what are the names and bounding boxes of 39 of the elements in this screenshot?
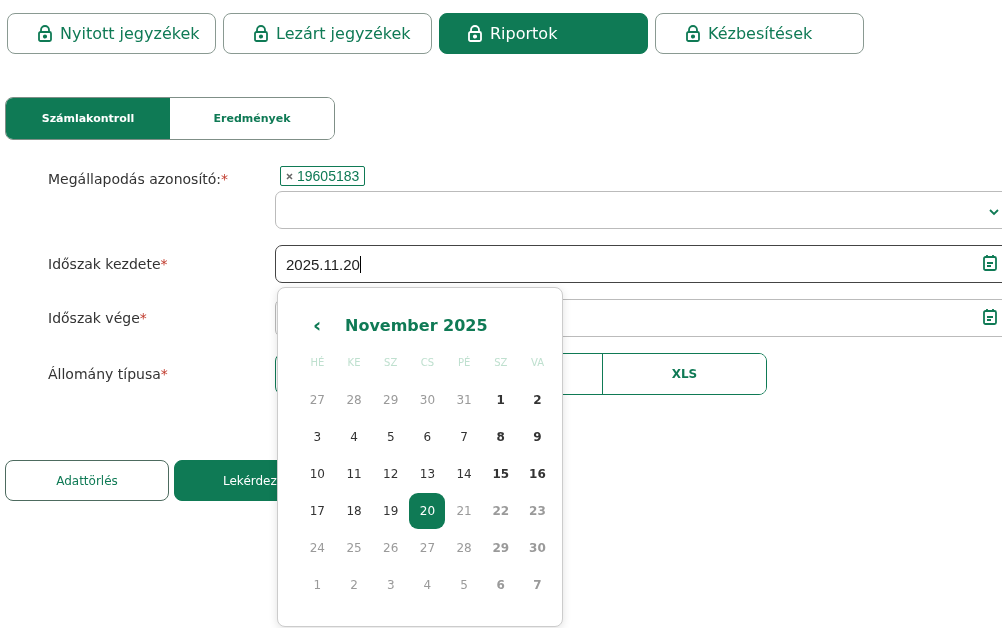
field-label: Időszak kezdete* [48,256,169,272]
sub-tab[interactable]: Számlakontroll [6,98,170,139]
nav-tab[interactable]: Kézbesítések [655,13,864,54]
weekday-label: SZ [494,357,508,368]
calendar-day[interactable]: 19 [372,492,409,529]
calendar-day[interactable]: 15 [482,455,519,492]
calendar-day[interactable]: 13 [409,455,446,492]
field-label: Állomány típusa* [48,366,169,382]
calendar-day[interactable]: 9 [519,418,556,455]
month-title: November 2025 [345,315,488,335]
tag-chip[interactable]: 19605183 [280,166,366,186]
calendar-day[interactable]: 8 [482,418,519,455]
calendar-day[interactable]: 16 [519,455,556,492]
weekday-label: CS [420,357,435,368]
nav-tab[interactable]: Lezárt jegyzékek [223,13,432,54]
calendar-day[interactable]: 1 [482,381,519,418]
calendar-day[interactable]: 5 [372,418,409,455]
weekday-label: HÉ [310,357,325,368]
field-label: Időszak vége* [48,310,148,326]
calendar-day[interactable]: 2 [519,381,556,418]
weekday-label: KE [347,357,361,368]
calendar-day[interactable]: 12 [372,455,409,492]
calendar-day[interactable]: 4 [336,418,373,455]
nav-tab[interactable]: Nyitott jegyzékek [7,13,216,54]
weekday-label: VA [530,357,544,368]
calendar-day[interactable]: 3 [299,418,336,455]
calendar-day[interactable]: 20 [409,492,446,529]
calendar-day[interactable]: 18 [336,492,373,529]
weekday-label: PÉ [457,357,471,368]
nav-tab[interactable]: Riportok [439,13,648,54]
calendar-day[interactable]: 11 [336,455,373,492]
field-label: Megállapodás azonosító:* [48,171,230,187]
calendar-day[interactable]: 14 [446,455,483,492]
field-value: 2025.11.20 [286,255,361,273]
weekday-label: SZ [384,357,398,368]
calendar-day[interactable]: 6 [409,418,446,455]
calendar-day[interactable]: 7 [446,418,483,455]
prev-month-button[interactable]: ‹ [299,313,335,337]
clear-button[interactable]: Adattörlés [5,460,169,501]
